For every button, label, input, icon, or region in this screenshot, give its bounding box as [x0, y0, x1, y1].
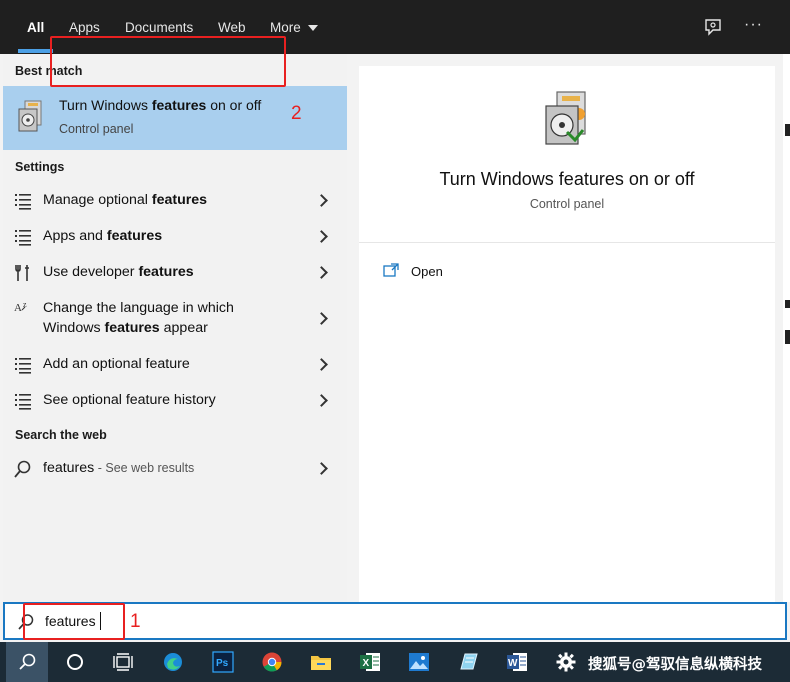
- label-highlight: features: [138, 264, 194, 280]
- tab-all[interactable]: All: [27, 19, 44, 37]
- label-highlight: features: [106, 228, 163, 244]
- watermark-text: 搜狐号@驾驭信息纵横科技: [588, 657, 762, 673]
- settings-item-label: Change the language in which Windows feat…: [43, 298, 234, 338]
- language-icon: Az: [14, 300, 27, 314]
- windows-features-icon: [545, 91, 586, 145]
- chevron-down-icon: [308, 25, 318, 31]
- settings-item-manage-optional-features[interactable]: Manage optional features: [3, 190, 347, 210]
- list-settings-icon: [15, 358, 31, 374]
- label-text: Change the language in which: [43, 300, 234, 316]
- settings-item-add-optional-feature[interactable]: Add an optional feature: [3, 354, 347, 374]
- tab-apps[interactable]: Apps: [69, 19, 100, 37]
- search-icon: [14, 460, 31, 478]
- chevron-right-icon: [315, 312, 328, 325]
- tab-more[interactable]: More: [270, 19, 301, 37]
- list-settings-icon: [15, 230, 31, 246]
- web-search-label: features - See web results: [43, 458, 194, 478]
- edge-icon[interactable]: [162, 651, 184, 673]
- feedback-icon[interactable]: [704, 18, 722, 36]
- label-highlight: features: [104, 320, 160, 336]
- title-text: Turn Windows: [59, 97, 152, 113]
- divider: [359, 242, 775, 243]
- photoshop-icon[interactable]: Ps: [212, 651, 234, 673]
- list-settings-icon: [15, 394, 31, 410]
- result-preview-pane: Turn Windows features on or off Control …: [359, 66, 775, 602]
- list-settings-icon: [15, 194, 31, 210]
- start-search-window: All Apps Documents Web More ··· Best mat…: [0, 0, 790, 682]
- settings-item-optional-feature-history[interactable]: See optional feature history: [3, 390, 347, 410]
- annotation-number-1: 1: [130, 611, 141, 632]
- svg-text:A: A: [14, 302, 22, 314]
- developer-tools-icon: [15, 265, 29, 281]
- chevron-right-icon: [315, 394, 328, 407]
- chrome-icon[interactable]: [261, 651, 283, 673]
- web-search-result[interactable]: features - See web results: [3, 458, 347, 478]
- label-text: Windows: [43, 320, 105, 336]
- search-the-web-header: Search the web: [15, 428, 107, 442]
- background-window-mark: [785, 124, 790, 136]
- background-window-mark: [785, 300, 790, 308]
- web-query-text: features: [43, 460, 95, 476]
- open-action[interactable]: Open: [411, 264, 443, 279]
- title-text: on or off: [206, 97, 262, 113]
- svg-text:W: W: [508, 658, 518, 669]
- annotation-box-2: [50, 36, 286, 87]
- settings-item-label: Apps and features: [43, 226, 162, 246]
- settings-item-label: Manage optional features: [43, 190, 207, 210]
- annotation-number-2: 2: [291, 103, 302, 124]
- background-window-mark: [785, 330, 790, 344]
- preview-title: Turn Windows features on or off: [439, 169, 695, 189]
- file-explorer-icon[interactable]: [310, 651, 332, 673]
- best-match-title: Turn Windows features on or off: [59, 97, 261, 113]
- settings-item-label: See optional feature history: [43, 392, 216, 408]
- label-highlight: features: [151, 192, 208, 208]
- cortana-icon[interactable]: [64, 651, 86, 673]
- settings-gear-icon[interactable]: [555, 651, 577, 673]
- label-text: Manage optional: [43, 192, 152, 208]
- svg-text:X: X: [363, 658, 370, 669]
- title-highlight: features: [151, 97, 207, 113]
- task-view-icon[interactable]: [112, 651, 134, 673]
- tab-documents[interactable]: Documents: [125, 19, 193, 37]
- more-options-button[interactable]: ···: [744, 16, 763, 34]
- notepad-icon[interactable]: [457, 651, 479, 673]
- label-text: appear: [159, 320, 208, 336]
- preview-subtitle: Control panel: [529, 197, 605, 211]
- chevron-right-icon: [315, 462, 328, 475]
- chevron-right-icon: [315, 266, 328, 279]
- background-window-edge: [783, 54, 790, 602]
- svg-text:Ps: Ps: [216, 658, 229, 669]
- chevron-right-icon: [315, 230, 328, 243]
- active-tab-indicator: [18, 49, 53, 53]
- taskbar: Ps X W 搜狐号@驾驭信息纵横科技: [0, 642, 790, 682]
- chevron-right-icon: [315, 194, 328, 207]
- settings-item-use-developer-features[interactable]: Use developer features: [3, 262, 347, 282]
- label-text: Apps and: [43, 228, 107, 244]
- settings-item-change-language[interactable]: Az Change the language in which Windows f…: [3, 298, 347, 338]
- results-list: Best match Turn Windows features on or o…: [3, 54, 347, 602]
- settings-item-apps-and-features[interactable]: Apps and features: [3, 226, 347, 246]
- settings-item-label: Use developer features: [43, 262, 194, 282]
- search-icon: [19, 653, 36, 670]
- word-icon[interactable]: W: [506, 651, 528, 673]
- annotation-box-1: [23, 603, 125, 640]
- web-results-hint: - See web results: [94, 461, 195, 475]
- taskbar-search-button[interactable]: [6, 642, 48, 682]
- excel-icon[interactable]: X: [359, 651, 381, 673]
- open-icon[interactable]: [383, 263, 399, 277]
- settings-header: Settings: [15, 160, 65, 174]
- windows-features-icon: [18, 100, 42, 132]
- settings-item-label: Add an optional feature: [43, 356, 190, 372]
- label-text: Use developer: [43, 264, 139, 280]
- photos-icon[interactable]: [408, 651, 430, 673]
- tab-web[interactable]: Web: [218, 19, 246, 37]
- best-match-subtitle: Control panel: [59, 122, 134, 136]
- chevron-right-icon: [315, 358, 328, 371]
